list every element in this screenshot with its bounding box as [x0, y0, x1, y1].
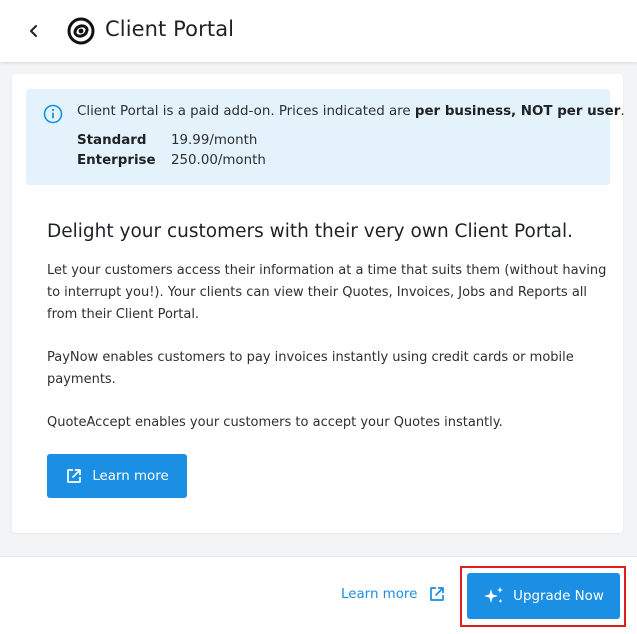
content-card: Client Portal is a paid add-on. Prices i…	[12, 74, 625, 533]
quoteaccept-description: QuoteAccept enables your customers to ac…	[47, 415, 503, 430]
page-header: Client Portal	[0, 0, 637, 62]
pricing-info-box: Client Portal is a paid add-on. Prices i…	[26, 89, 625, 185]
footer-learn-more-label: Learn more	[341, 586, 418, 602]
back-button[interactable]	[22, 19, 46, 43]
learn-more-button[interactable]: Learn more	[47, 454, 187, 498]
pricing-notice-text: Client Portal is a paid add-on. Prices i…	[77, 104, 415, 119]
sparkles-icon	[484, 587, 504, 603]
plan-price: 250.00/month	[171, 153, 266, 168]
plan-price: 19.99/month	[171, 133, 258, 148]
external-link-icon	[67, 469, 82, 483]
plan-name: Enterprise	[77, 153, 156, 168]
chevron-left-icon	[30, 25, 37, 37]
pricing-notice-emphasis: per business, NOT per user	[414, 104, 621, 119]
upgrade-now-label: Upgrade Now	[513, 588, 604, 604]
footer-bar: Learn more Upgrade Now	[0, 556, 637, 634]
swirl-logo-icon	[67, 17, 95, 45]
feature-headline: Delight your customers with their very o…	[47, 221, 574, 242]
learn-more-label: Learn more	[92, 468, 169, 484]
footer-learn-more-link[interactable]: Learn more	[341, 585, 446, 603]
upgrade-now-button[interactable]: Upgrade Now	[467, 573, 620, 619]
external-link-icon	[430, 587, 445, 601]
info-icon	[43, 104, 63, 124]
pricing-notice: Client Portal is a paid add-on. Prices i…	[77, 104, 625, 119]
page-title: Client Portal	[105, 17, 235, 41]
plan-name: Standard	[77, 133, 147, 148]
pricing-notice-end: .	[620, 104, 625, 119]
paynow-description: PayNow enables customers to pay invoices…	[47, 350, 574, 387]
feature-description: Let your customers access their informat…	[47, 263, 607, 322]
